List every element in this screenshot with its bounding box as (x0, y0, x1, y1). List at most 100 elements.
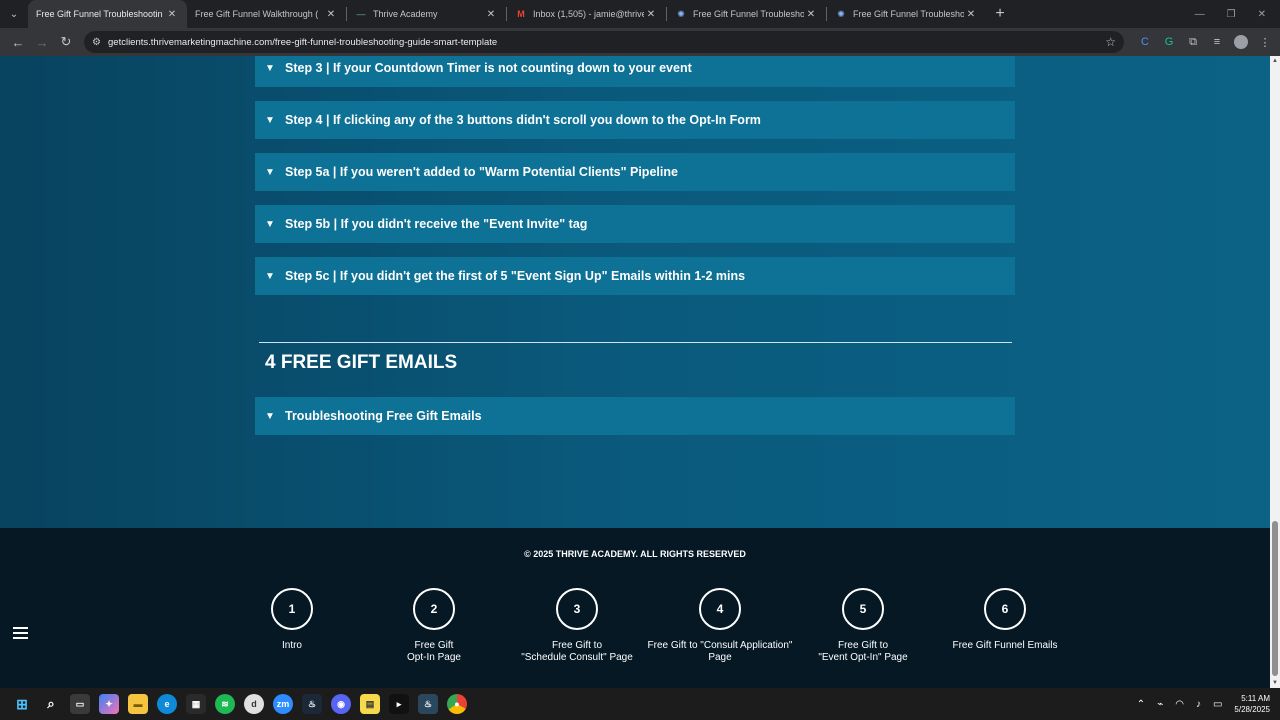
file-explorer-icon[interactable]: ▬ (128, 694, 148, 714)
chevron-down-icon: ▼ (265, 270, 275, 282)
step-label[interactable]: Intro (217, 640, 367, 652)
accordion-title: Step 4 | If clicking any of the 3 button… (285, 113, 761, 127)
site-info-icon[interactable]: ⚙ (92, 37, 104, 48)
tab-1[interactable]: Free Gift Funnel Troubleshootin ✕ (28, 0, 187, 28)
accordion-title: Step 5b | If you didn't receive the "Eve… (285, 217, 588, 231)
scrollbar-thumb[interactable] (1272, 521, 1278, 676)
zoom-icon[interactable]: zm (273, 694, 293, 714)
gear-icon: ✺ (677, 8, 685, 19)
menu-kebab-icon[interactable]: ⋮ (1258, 35, 1272, 49)
accordion-troubleshooting-emails[interactable]: ▼ Troubleshooting Free Gift Emails (255, 397, 1015, 435)
extension-c-icon[interactable]: C (1138, 35, 1152, 49)
section-title: 4 FREE GIFT EMAILS (265, 352, 458, 373)
discord-icon[interactable]: ◉ (331, 694, 351, 714)
windows-start-icon[interactable]: ⊞ (12, 694, 32, 714)
minimize-icon[interactable]: — (1195, 9, 1205, 20)
accordion-step-3[interactable]: ▼ Step 3 | If your Countdown Timer is no… (255, 56, 1015, 87)
task-view-icon[interactable]: ▭ (70, 694, 90, 714)
tab-3[interactable]: — Thrive Academy ✕ (347, 0, 506, 28)
step-number-circle[interactable]: 2 (413, 588, 455, 630)
edge-icon[interactable]: e (157, 694, 177, 714)
browser-toolbar: ← → ↻ ⚙ getclients.thrivemarketingmachin… (0, 28, 1280, 56)
chrome-icon[interactable]: ● (447, 694, 467, 714)
extensions-puzzle-icon[interactable]: ⧉ (1186, 35, 1200, 49)
page-viewport: ▼ Step 3 | If your Countdown Timer is no… (0, 56, 1270, 688)
step-nav-5[interactable]: 5 Free Gift to "Event Opt-In" Page (788, 588, 938, 664)
url-text: getclients.thrivemarketingmachine.com/fr… (108, 36, 498, 48)
step-label[interactable]: Free Gift to "Schedule Consult" Page (502, 640, 652, 664)
accordion-title: Troubleshooting Free Gift Emails (285, 409, 482, 423)
gear-icon: ✺ (837, 8, 845, 19)
step-number-circle[interactable]: 6 (984, 588, 1026, 630)
window-controls: — ❐ ✕ (1195, 9, 1280, 20)
accordion-step-5c[interactable]: ▼ Step 5c | If you didn't get the first … (255, 257, 1015, 295)
back-icon[interactable]: ← (6, 30, 30, 54)
step-label[interactable]: Free Gift Opt-In Page (359, 640, 509, 664)
bookmark-star-icon[interactable]: ☆ (1105, 35, 1116, 49)
terminal-icon[interactable]: ▸ (389, 694, 409, 714)
battery-icon[interactable]: ▭ (1213, 699, 1222, 710)
new-tab-button[interactable]: + (986, 5, 1014, 23)
hamburger-menu-icon[interactable] (13, 627, 28, 639)
grammarly-icon[interactable]: G (1162, 35, 1176, 49)
scroll-down-icon[interactable]: ▼ (1271, 680, 1279, 686)
tab-6[interactable]: ✺ Free Gift Funnel Troubleshootin ✕ (827, 0, 986, 28)
gmail-icon: M (517, 9, 525, 19)
copilot-icon[interactable]: ✦ (99, 694, 119, 714)
clock[interactable]: 5:11 AM 5/28/2025 (1234, 693, 1270, 715)
steam-alt-icon[interactable]: ♨ (418, 694, 438, 714)
step-nav-4[interactable]: 4 Free Gift to "Consult Application" Pag… (645, 588, 795, 664)
step-number-circle[interactable]: 1 (271, 588, 313, 630)
tab-5[interactable]: ✺ Free Gift Funnel Troubleshootin ✕ (667, 0, 826, 28)
chevron-down-icon: ▼ (265, 62, 275, 74)
chevron-down-icon: ▼ (265, 166, 275, 178)
address-bar[interactable]: ⚙ getclients.thrivemarketingmachine.com/… (84, 31, 1124, 53)
step-nav-3[interactable]: 3 Free Gift to "Schedule Consult" Page (502, 588, 652, 664)
accordion-step-4[interactable]: ▼ Step 4 | If clicking any of the 3 butt… (255, 101, 1015, 139)
spotify-icon[interactable]: ≋ (215, 694, 235, 714)
tab-close-icon[interactable]: ✕ (644, 9, 658, 20)
chevron-up-icon[interactable]: ⌃ (1137, 699, 1145, 710)
steam-icon[interactable]: ♨ (302, 694, 322, 714)
close-window-icon[interactable]: ✕ (1258, 9, 1266, 20)
tab-close-icon[interactable]: ✕ (964, 9, 978, 20)
step-nav-2[interactable]: 2 Free Gift Opt-In Page (359, 588, 509, 664)
reload-icon[interactable]: ↻ (54, 30, 78, 54)
page-scrollbar[interactable]: ▲ ▼ (1270, 56, 1280, 688)
forward-icon[interactable]: → (30, 30, 54, 54)
clock-time: 5:11 AM (1241, 694, 1270, 703)
tab-close-icon[interactable]: ✕ (804, 9, 818, 20)
tab-search-button[interactable]: ⌄ (0, 0, 28, 28)
step-nav-1[interactable]: 1 Intro (217, 588, 367, 652)
step-nav-6[interactable]: 6 Free Gift Funnel Emails (930, 588, 1080, 652)
tab-title: Thrive Academy (373, 9, 438, 19)
search-icon[interactable]: ⌕ (41, 694, 61, 714)
wifi-icon[interactable]: ◠ (1175, 699, 1184, 710)
step-label[interactable]: Free Gift Funnel Emails (930, 640, 1080, 652)
accordion-step-5b[interactable]: ▼ Step 5b | If you didn't receive the "E… (255, 205, 1015, 243)
maximize-icon[interactable]: ❐ (1227, 9, 1236, 20)
tab-close-icon[interactable]: ✕ (484, 9, 498, 20)
step-label[interactable]: Free Gift to "Event Opt-In" Page (788, 640, 938, 664)
chevron-down-icon: ▼ (265, 114, 275, 126)
scroll-up-icon[interactable]: ▲ (1271, 58, 1279, 64)
step-label[interactable]: Free Gift to "Consult Application" Page (645, 640, 795, 664)
step-number-circle[interactable]: 5 (842, 588, 884, 630)
tab-2[interactable]: Free Gift Funnel Walkthrough ( ✕ (187, 0, 346, 28)
sticky-notes-icon[interactable]: ▤ (360, 694, 380, 714)
reading-list-icon[interactable]: ≡ (1210, 35, 1224, 49)
tab-title: Free Gift Funnel Troubleshootin (693, 9, 804, 19)
tab-close-icon[interactable]: ✕ (165, 9, 179, 20)
store-icon[interactable]: ▦ (186, 694, 206, 714)
profile-avatar[interactable] (1234, 35, 1248, 49)
app-d-icon[interactable]: d (244, 694, 264, 714)
volume-icon[interactable]: ♪ (1196, 699, 1201, 710)
tab-4[interactable]: M Inbox (1,505) - jamie@thrive-ac ✕ (507, 0, 666, 28)
accordion-step-5a[interactable]: ▼ Step 5a | If you weren't added to "War… (255, 153, 1015, 191)
chevron-down-icon: ▼ (265, 410, 275, 422)
tab-close-icon[interactable]: ✕ (324, 9, 338, 20)
step-number-circle[interactable]: 3 (556, 588, 598, 630)
tab-bar: ⌄ Free Gift Funnel Troubleshootin ✕ Free… (0, 0, 1280, 28)
network-off-icon[interactable]: ⌁ (1157, 699, 1163, 710)
step-number-circle[interactable]: 4 (699, 588, 741, 630)
